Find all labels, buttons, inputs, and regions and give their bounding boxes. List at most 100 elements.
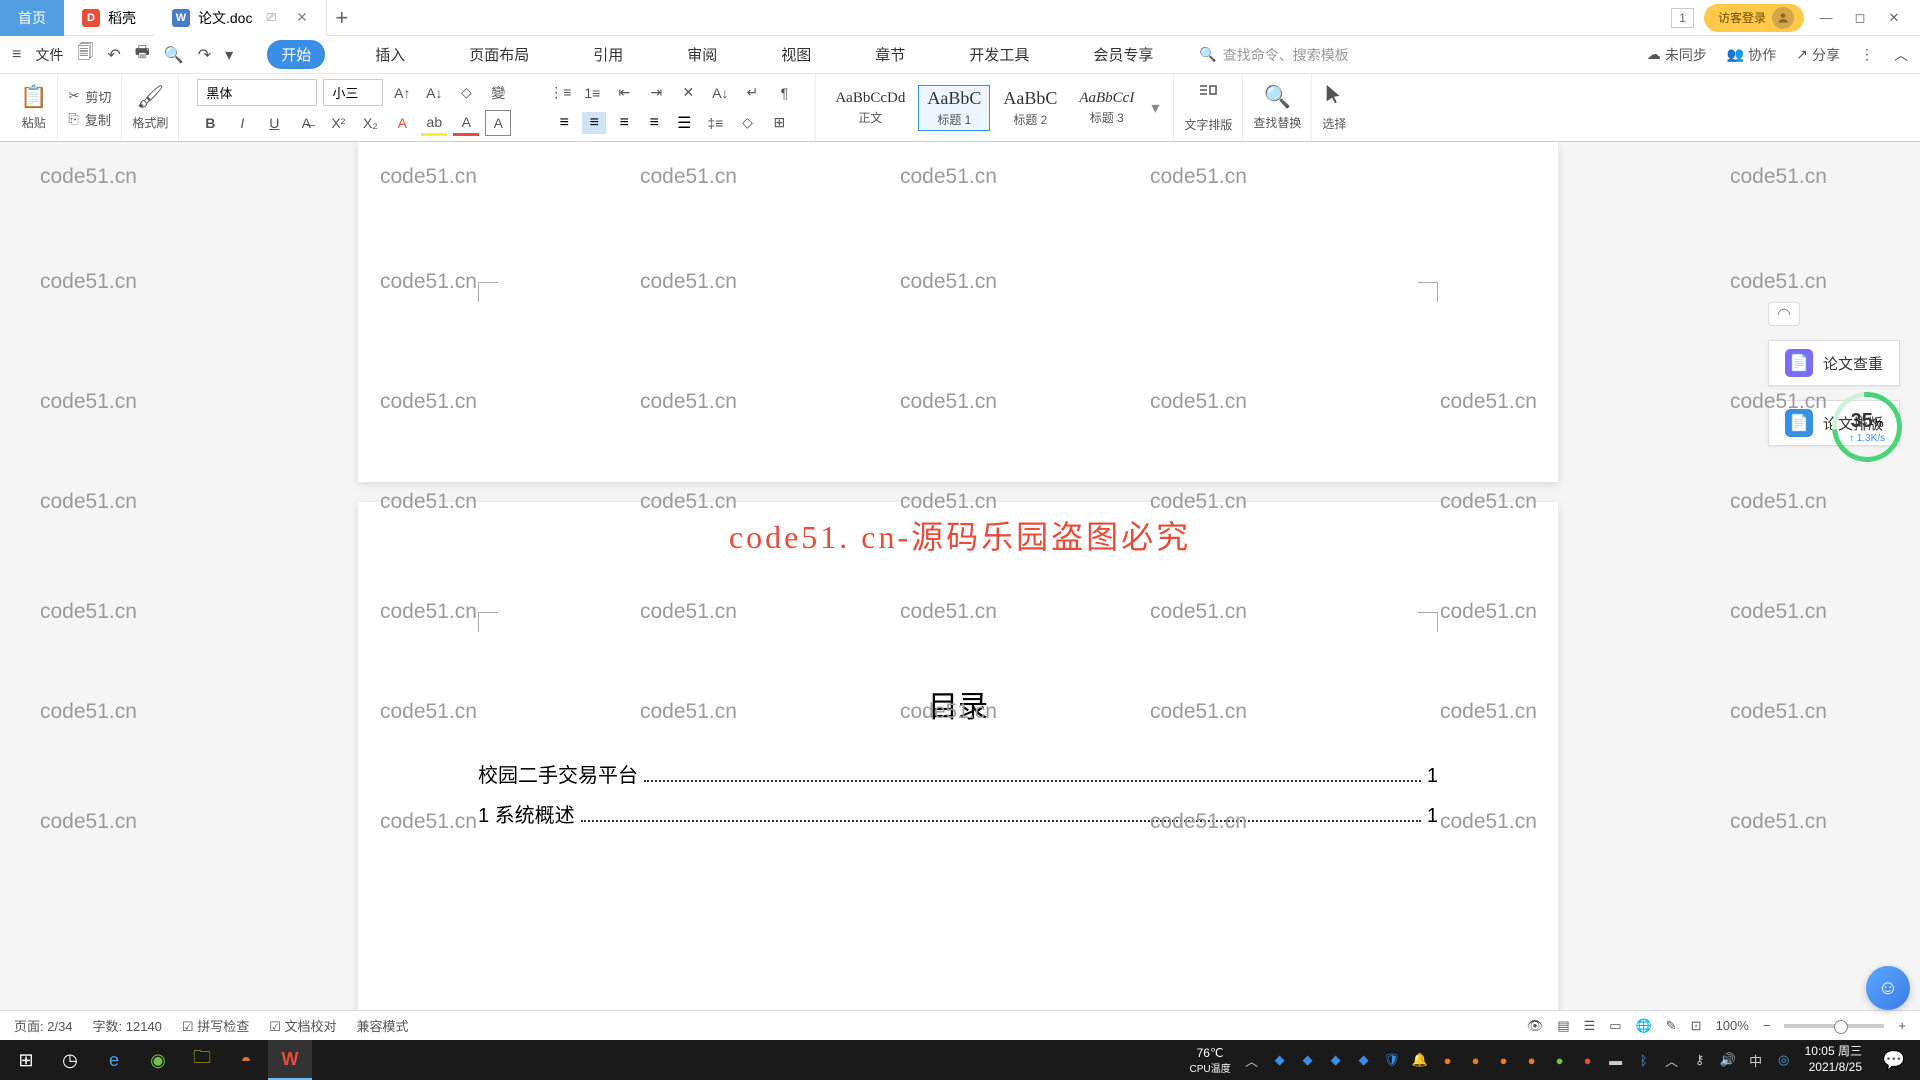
tray-wifi-icon[interactable]: ⚷	[1689, 1049, 1711, 1071]
font-size-select[interactable]: 小三	[323, 79, 383, 106]
underline-button[interactable]: U	[261, 110, 287, 136]
clear-format-icon[interactable]: ◇	[453, 80, 479, 106]
explorer-icon[interactable]: 🗀	[180, 1040, 224, 1080]
tab-document[interactable]: W 论文.doc ⎚ ✕	[154, 0, 327, 36]
tray-icon[interactable]: ●	[1549, 1049, 1571, 1071]
italic-button[interactable]: I	[229, 110, 255, 136]
taskbar-clock[interactable]: 10:05 周三 2021/8/25	[1795, 1044, 1872, 1075]
command-search[interactable]: 🔍 查找命令、搜索模板	[1199, 45, 1642, 65]
zoom-value[interactable]: 100%	[1716, 1018, 1749, 1033]
tray-icon[interactable]: ●	[1437, 1049, 1459, 1071]
phonetic-icon[interactable]: 變	[485, 80, 511, 106]
char-border-button[interactable]: A	[485, 110, 511, 136]
print-preview-icon[interactable]: 🔍	[164, 45, 184, 65]
bullet-list-icon[interactable]: ⋮≡	[547, 80, 573, 106]
shading-icon[interactable]: ◇	[734, 110, 760, 136]
tray-battery-icon[interactable]: ▬	[1605, 1049, 1627, 1071]
ie-icon[interactable]: e	[92, 1040, 136, 1080]
strikethrough-button[interactable]: A̶	[293, 110, 319, 136]
tray-icon[interactable]: ◆	[1353, 1049, 1375, 1071]
style-heading1[interactable]: AaBbC 标题 1	[918, 85, 990, 131]
tray-icon[interactable]: ◆	[1325, 1049, 1347, 1071]
styles-more-icon[interactable]: ▾	[1147, 98, 1163, 118]
plagiarism-check-button[interactable]: 📄 论文查重	[1768, 340, 1900, 386]
workspace-indicator[interactable]: 1	[1671, 8, 1694, 28]
tray-chevron-icon[interactable]: ︿	[1241, 1049, 1263, 1071]
task-view-icon[interactable]: ◷	[48, 1040, 92, 1080]
show-marks-icon[interactable]: ¶	[771, 80, 797, 106]
more-icon[interactable]: ⋮	[1860, 46, 1874, 63]
menu-tab-view[interactable]: 视图	[767, 40, 825, 69]
tray-bell-icon[interactable]: 🔔	[1409, 1049, 1431, 1071]
outline-view-icon[interactable]: ☰	[1584, 1018, 1596, 1034]
minimize-button[interactable]: —	[1814, 6, 1838, 30]
fit-icon[interactable]: ⊡	[1691, 1018, 1702, 1034]
qat-dropdown-icon[interactable]: ▾	[225, 45, 233, 65]
weather-widget[interactable]: 76℃ CPU温度	[1179, 1046, 1240, 1075]
paste-icon[interactable]: 📋	[20, 84, 47, 110]
tab-home[interactable]: 首页	[0, 0, 64, 36]
tray-search-icon[interactable]: ◎	[1773, 1049, 1795, 1071]
zoom-in-button[interactable]: +	[1898, 1018, 1906, 1033]
tray-ime-icon[interactable]: 中	[1745, 1049, 1767, 1071]
proofread-toggle[interactable]: ☑ 文档校对	[269, 1016, 336, 1035]
align-justify-icon[interactable]: ≡	[642, 112, 666, 134]
cut-button[interactable]: ✂剪切	[68, 87, 111, 106]
style-heading2[interactable]: AaBbC 标题 2	[994, 85, 1066, 131]
app-menu-icon[interactable]: ≡	[12, 46, 21, 64]
collab-button[interactable]: 👥协作	[1727, 45, 1776, 65]
tray-chevron-icon[interactable]: ︿	[1661, 1049, 1683, 1071]
menu-tab-layout[interactable]: 页面布局	[455, 40, 543, 69]
format-painter-icon[interactable]: 🖌	[136, 84, 164, 110]
tray-icon[interactable]: ●	[1465, 1049, 1487, 1071]
highlight-button[interactable]: ab	[421, 110, 447, 136]
undo-icon[interactable]: ↶	[107, 45, 120, 65]
distribute-icon[interactable]: ☰	[672, 112, 696, 134]
number-list-icon[interactable]: 1≡	[579, 80, 605, 106]
app-icon-1[interactable]: ◓	[224, 1040, 268, 1080]
menu-tab-reference[interactable]: 引用	[579, 40, 637, 69]
menu-tab-start[interactable]: 开始	[267, 40, 325, 69]
menu-tab-member[interactable]: 会员专享	[1079, 40, 1167, 69]
tray-icon[interactable]: ◆	[1269, 1049, 1291, 1071]
sort-icon[interactable]: A↓	[707, 80, 733, 106]
browser-icon[interactable]: ◉	[136, 1040, 180, 1080]
zoom-out-button[interactable]: −	[1763, 1018, 1771, 1033]
sync-status[interactable]: ☁未同步	[1647, 45, 1707, 65]
edit-mode-icon[interactable]: ✎	[1666, 1018, 1677, 1034]
print-icon[interactable]: 🖶	[135, 41, 150, 68]
tab-close-icon[interactable]: ✕	[296, 9, 308, 26]
shrink-font-icon[interactable]: A↓	[421, 80, 447, 106]
save-icon[interactable]: 🗐	[77, 41, 93, 68]
border-icon[interactable]: ⊞	[766, 110, 792, 136]
tray-bluetooth-icon[interactable]: ᛒ	[1633, 1049, 1655, 1071]
line-break-icon[interactable]: ↵	[739, 80, 765, 106]
document-canvas[interactable]: 目录 校园二手交易平台 1 1 系统概述 1 code51. cn-源码乐园盗图…	[0, 142, 1920, 1040]
tray-icon[interactable]: ●	[1493, 1049, 1515, 1071]
collapse-panel-icon[interactable]: ◠	[1768, 302, 1800, 326]
page-indicator[interactable]: 页面: 2/34	[14, 1016, 73, 1035]
style-heading3[interactable]: AaBbCcI 标题 3	[1070, 87, 1143, 129]
increase-indent-icon[interactable]: ⇥	[643, 80, 669, 106]
line-spacing-icon[interactable]: ‡≡	[702, 110, 728, 136]
globe-icon[interactable]: 🌐	[1636, 1018, 1652, 1034]
bold-button[interactable]: B	[197, 110, 223, 136]
word-count[interactable]: 字数: 12140	[93, 1016, 162, 1035]
maximize-button[interactable]: ◻	[1848, 6, 1872, 30]
find-replace-icon[interactable]: 🔍	[1264, 84, 1291, 110]
grow-font-icon[interactable]: A↑	[389, 80, 415, 106]
font-color-button[interactable]: A	[453, 110, 479, 136]
login-button[interactable]: 访客登录	[1704, 4, 1804, 32]
assistant-bubble[interactable]: ☺	[1866, 966, 1910, 1010]
copy-button[interactable]: ⎘复制	[68, 110, 110, 129]
tray-shield-icon[interactable]: 🛡	[1381, 1049, 1403, 1071]
text-layout-icon[interactable]	[1196, 82, 1220, 112]
asian-layout-icon[interactable]: ✕	[675, 80, 701, 106]
notifications-icon[interactable]: 💬	[1872, 1040, 1916, 1080]
superscript-button[interactable]: X²	[325, 110, 351, 136]
select-icon[interactable]	[1323, 83, 1345, 111]
print-layout-icon[interactable]: ▤	[1557, 1018, 1569, 1034]
web-layout-icon[interactable]: ▭	[1609, 1018, 1621, 1034]
wps-icon[interactable]: W	[268, 1040, 312, 1080]
start-button[interactable]: ⊞	[4, 1040, 48, 1080]
